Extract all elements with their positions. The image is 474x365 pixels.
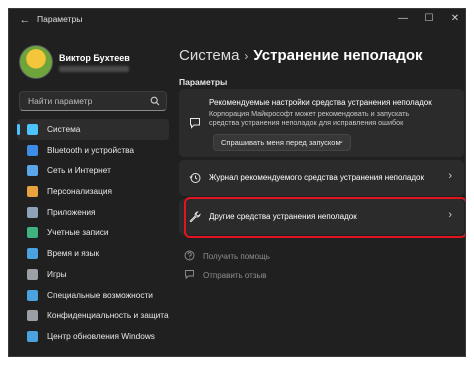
sidebar-item-label: Конфиденциальность и защита: [47, 310, 169, 321]
breadcrumb-separator: ›: [244, 49, 249, 63]
sidebar-item[interactable]: Время и язык: [17, 243, 169, 264]
sidebar-item[interactable]: Игры: [17, 264, 169, 285]
globe-icon: [27, 248, 38, 260]
avatar: [19, 45, 53, 79]
brush-icon: [27, 186, 38, 198]
search-icon: [150, 96, 160, 106]
chevron-down-icon: ⌄: [338, 138, 344, 145]
sidebar-item[interactable]: Специальные возможности: [17, 285, 169, 306]
get-help-link[interactable]: Получить помощь: [184, 250, 270, 261]
sidebar-item[interactable]: Конфиденциальность и защита: [17, 305, 169, 326]
search-input[interactable]: Найти параметр: [19, 91, 167, 111]
user-email-blurred: [59, 66, 129, 72]
breadcrumb-parent[interactable]: Система: [179, 47, 239, 64]
search-placeholder: Найти параметр: [28, 96, 93, 106]
dropdown-value: Спрашивать меня перед запуском: [221, 138, 341, 147]
sidebar-item[interactable]: Сеть и Интернет: [17, 160, 169, 181]
gamepad-icon: [27, 268, 38, 280]
sidebar-item[interactable]: Система: [17, 119, 169, 140]
apps-icon: [27, 206, 38, 218]
sidebar-item[interactable]: Приложения: [17, 202, 169, 223]
sidebar-item-label: Игры: [47, 268, 67, 279]
settings-window: ← Параметры — ☐ ✕ Виктор Бухтеев Найти п…: [8, 8, 466, 357]
section-label: Параметры: [179, 77, 228, 87]
sidebar-item[interactable]: Центр обновления Windows: [17, 326, 169, 347]
sidebar-item[interactable]: Bluetooth и устройства: [17, 140, 169, 161]
sidebar-item-label: Сеть и Интернет: [47, 165, 111, 176]
sidebar-item-label: Время и язык: [47, 248, 100, 259]
shield-icon: [27, 310, 38, 322]
sidebar-item[interactable]: Персонализация: [17, 181, 169, 202]
sidebar-item-label: Учетные записи: [47, 227, 109, 238]
recommended-dropdown[interactable]: Спрашивать меня перед запуском ⌄: [213, 134, 351, 151]
sidebar-nav: Система Bluetooth и устройства Сеть и Инте…: [17, 119, 169, 347]
back-arrow-icon[interactable]: ←: [17, 12, 33, 28]
accessibility-icon: [27, 289, 38, 301]
history-icon: [189, 173, 201, 183]
monitor-icon: [27, 124, 38, 135]
recommended-troubleshooter-card: Рекомендуемые настройки средства устране…: [179, 89, 464, 157]
recommended-title: Рекомендуемые настройки средства устране…: [209, 98, 432, 107]
send-feedback-link[interactable]: Отправить отзыв: [184, 269, 267, 280]
network-icon: [27, 165, 38, 177]
highlight-frame: [184, 197, 465, 238]
troubleshooter-history-card[interactable]: Журнал рекомендуемого средства устранени…: [179, 160, 464, 196]
history-label: Журнал рекомендуемого средства устранени…: [209, 173, 424, 182]
user-name: Виктор Бухтеев: [59, 53, 130, 63]
sidebar-item-label: Приложения: [47, 206, 96, 217]
page-title: Устранение неполадок: [253, 47, 423, 64]
chevron-right-icon: ›: [448, 170, 452, 182]
sidebar-item-label: Персонализация: [47, 186, 113, 197]
get-help-label: Получить помощь: [203, 252, 270, 261]
sidebar-item-label: Специальные возможности: [47, 289, 153, 300]
send-feedback-label: Отправить отзыв: [203, 271, 267, 280]
recommended-description: Корпорация Майкрософт может рекомендоват…: [209, 109, 410, 127]
person-icon: [27, 227, 38, 239]
bluetooth-icon: [27, 144, 38, 156]
chat-icon: [190, 118, 200, 129]
help-icon: [184, 250, 195, 261]
maximize-button[interactable]: ☐: [419, 11, 439, 27]
breadcrumb: Система › Устранение неполадок: [179, 47, 423, 64]
sidebar-item-label: Bluetooth и устройства: [47, 144, 135, 155]
minimize-button[interactable]: —: [393, 11, 413, 27]
title-bar: ← Параметры — ☐ ✕: [9, 9, 465, 31]
sidebar-item-label: Система: [47, 124, 81, 134]
sidebar-item[interactable]: Учетные записи: [17, 222, 169, 243]
close-button[interactable]: ✕: [445, 11, 465, 27]
feedback-icon: [185, 270, 194, 280]
window-title: Параметры: [37, 14, 83, 24]
sidebar-item-label: Центр обновления Windows: [47, 330, 155, 341]
update-icon: [27, 330, 38, 342]
